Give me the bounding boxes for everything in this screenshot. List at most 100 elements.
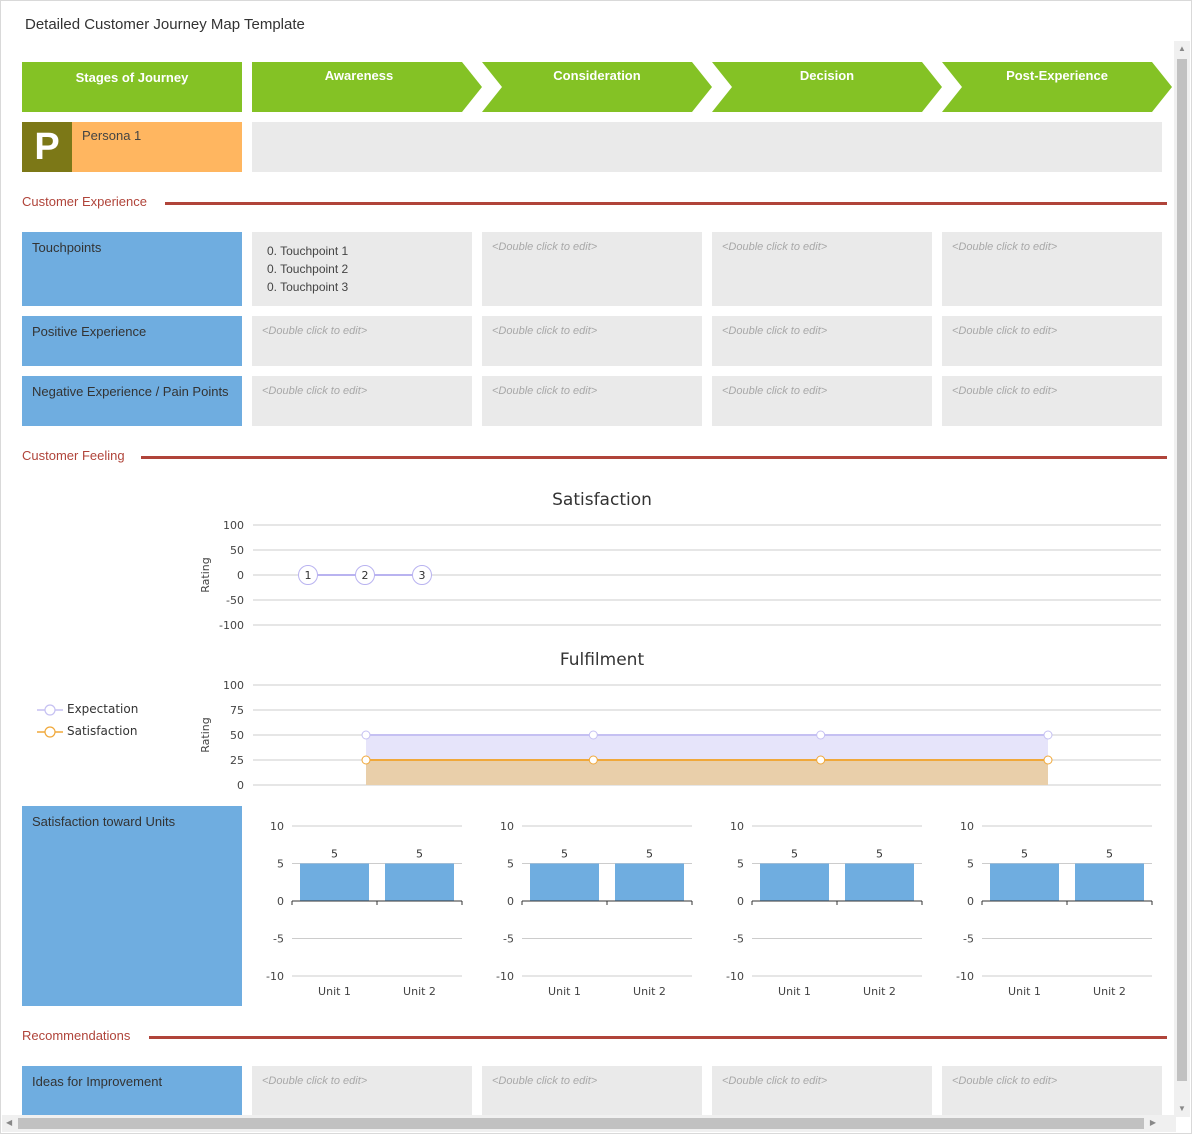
y-tick-label: -10 (956, 970, 974, 983)
data-point-label: 3 (419, 569, 426, 582)
y-axis-label: Rating (199, 717, 212, 752)
stage-consideration: Consideration (491, 62, 703, 112)
bar-value-label: 5 (416, 848, 423, 861)
unit-bar (760, 863, 829, 901)
negative-awareness-cell[interactable]: <Double click to edit> (252, 376, 472, 426)
touchpoints-consideration-cell[interactable]: <Double click to edit> (482, 232, 702, 306)
positive-consideration-cell[interactable]: <Double click to edit> (482, 316, 702, 366)
row-label-touchpoints[interactable]: Touchpoints (22, 232, 242, 306)
stage-awareness-label: Awareness (324, 68, 394, 83)
journey-map-canvas: Stages of Journey Awareness Consideratio… (1, 41, 1176, 1117)
negative-consideration-cell[interactable]: <Double click to edit> (482, 376, 702, 426)
y-tick-label: 0 (237, 569, 244, 582)
row-label-satisfaction-toward-units[interactable]: Satisfaction toward Units (22, 806, 242, 1006)
y-tick-label: 0 (277, 895, 284, 908)
y-tick-label: 10 (960, 820, 974, 833)
section-divider (149, 1036, 1167, 1039)
section-divider (141, 456, 1167, 459)
x-tick-label: Unit 2 (633, 985, 666, 998)
y-tick-label: -10 (726, 970, 744, 983)
fulfilment-chart: Fulfilment 100 75 50 25 0 Rating (199, 650, 1161, 792)
units-chart-consideration: 10 5 0 -5 -10 5 Unit 1 5 Unit 2 (496, 820, 693, 998)
persona-avatar: P (22, 122, 72, 172)
unit-bar (385, 863, 454, 901)
negative-post-experience-cell[interactable]: <Double click to edit> (942, 376, 1162, 426)
legend-item-satisfaction[interactable]: Satisfaction (37, 723, 187, 745)
bar-value-label: 5 (791, 848, 798, 861)
y-tick-label: 5 (737, 858, 744, 871)
y-tick-label: -5 (503, 933, 514, 946)
legend-satisfaction-label: Satisfaction (67, 724, 138, 738)
x-tick-label: Unit 2 (1093, 985, 1126, 998)
scroll-right-icon[interactable]: ▶ (1150, 1119, 1156, 1127)
positive-awareness-cell[interactable]: <Double click to edit> (252, 316, 472, 366)
section-divider (165, 202, 1167, 205)
y-axis-label: Rating (199, 557, 212, 592)
legend-item-expectation[interactable]: Expectation (37, 701, 187, 723)
ideas-consideration-cell[interactable]: <Double click to edit> (482, 1066, 702, 1116)
touchpoint-item: 0. Touchpoint 1 (267, 244, 349, 258)
row-label-negative-experience[interactable]: Negative Experience / Pain Points (22, 376, 242, 426)
touchpoints-awareness-cell[interactable]: 0. Touchpoint 1 0. Touchpoint 2 0. Touch… (252, 232, 472, 306)
touchpoint-item: 0. Touchpoint 3 (267, 280, 349, 294)
row-label-ideas-for-improvement[interactable]: Ideas for Improvement (22, 1066, 242, 1116)
stages-of-journey-header[interactable]: Stages of Journey (22, 62, 242, 112)
bar-value-label: 5 (1106, 848, 1113, 861)
ideas-post-experience-cell[interactable]: <Double click to edit> (942, 1066, 1162, 1116)
y-tick-label: 0 (737, 895, 744, 908)
bar-value-label: 5 (1021, 848, 1028, 861)
expectation-point (1043, 730, 1053, 740)
y-tick-label: 5 (967, 858, 974, 871)
vertical-scroll-thumb[interactable] (1177, 59, 1187, 1081)
y-tick-label: -10 (266, 970, 284, 983)
touchpoints-post-experience-cell[interactable]: <Double click to edit> (942, 232, 1162, 306)
stage-post-experience: Post-Experience (951, 62, 1163, 112)
ideas-decision-cell[interactable]: <Double click to edit> (712, 1066, 932, 1116)
y-tick-label: -5 (733, 933, 744, 946)
expectation-point (816, 730, 826, 740)
expectation-point (361, 730, 371, 740)
bar-value-label: 5 (561, 848, 568, 861)
stage-consideration-label: Consideration (553, 68, 641, 83)
section-recommendations: Recommendations (22, 1028, 141, 1043)
bar-value-label: 5 (876, 848, 883, 861)
stage-awareness: Awareness (251, 62, 467, 112)
vertical-scrollbar[interactable]: ▲ ▼ (1174, 41, 1190, 1117)
bar-value-label: 5 (331, 848, 338, 861)
ideas-awareness-cell[interactable]: <Double click to edit> (252, 1066, 472, 1116)
positive-decision-cell[interactable]: <Double click to edit> (712, 316, 932, 366)
y-tick-label: 10 (270, 820, 284, 833)
satisfaction-point (1043, 755, 1053, 765)
horizontal-scrollbar[interactable]: ◀ ▶ (2, 1115, 1176, 1132)
stage-decision: Decision (721, 62, 933, 112)
persona-description-cell[interactable] (252, 122, 1162, 172)
stages-of-journey-label: Stages of Journey (75, 70, 189, 85)
unit-bar (1075, 863, 1144, 901)
touchpoints-decision-cell[interactable]: <Double click to edit> (712, 232, 932, 306)
units-chart-post-experience: 10 5 0 -5 -10 5 Unit 1 5 Unit 2 (956, 820, 1153, 998)
scroll-down-icon[interactable]: ▼ (1178, 1105, 1186, 1113)
unit-bar (990, 863, 1059, 901)
y-tick-label: 100 (223, 519, 244, 532)
negative-decision-cell[interactable]: <Double click to edit> (712, 376, 932, 426)
chart-title: Fulfilment (560, 650, 645, 670)
y-tick-label: 50 (230, 544, 244, 557)
y-tick-label: 0 (507, 895, 514, 908)
row-label-positive-experience[interactable]: Positive Experience (22, 316, 242, 366)
y-tick-label: -5 (963, 933, 974, 946)
y-tick-label: -5 (273, 933, 284, 946)
data-point-label: 1 (305, 569, 312, 582)
scroll-up-icon[interactable]: ▲ (1178, 45, 1186, 53)
satisfaction-point (588, 755, 598, 765)
unit-bar (615, 863, 684, 901)
persona-name[interactable]: Persona 1 (72, 122, 242, 172)
y-tick-label: 50 (230, 729, 244, 742)
satisfaction-area (366, 760, 1048, 785)
scroll-left-icon[interactable]: ◀ (6, 1119, 12, 1127)
unit-bar (845, 863, 914, 901)
legend-expectation-label: Expectation (67, 702, 139, 716)
horizontal-scroll-thumb[interactable] (18, 1118, 1144, 1129)
units-chart-awareness: 10 5 0 -5 -10 5 Unit 1 5 Unit 2 (266, 820, 463, 998)
y-tick-label: -50 (226, 594, 244, 607)
positive-post-experience-cell[interactable]: <Double click to edit> (942, 316, 1162, 366)
